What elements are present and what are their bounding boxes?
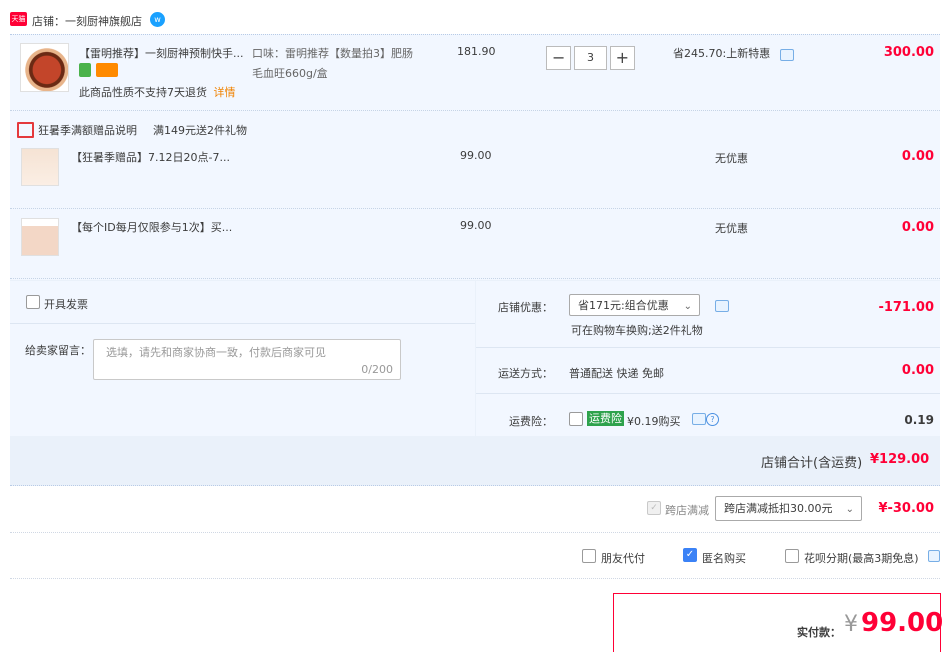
shop-discount-label: 店铺优惠： xyxy=(498,301,553,314)
shop-discount-note: 可在购物车换购;送2件礼物 xyxy=(571,324,703,337)
gift-amount: 0.00 xyxy=(901,220,934,235)
message-placeholder: 选填，请先和商家协商一致，付款后商家可见 xyxy=(106,346,326,359)
message-icon[interactable] xyxy=(780,49,794,61)
huabei-checkbox[interactable] xyxy=(785,549,799,563)
gift-promo-label[interactable]: 狂暑季满额赠品说明 xyxy=(38,122,137,138)
flavor-line-1: 口味：雷明推荐【数量拍3】肥肠 xyxy=(252,47,413,60)
shipping-label: 运送方式： xyxy=(498,367,553,380)
message-icon[interactable] xyxy=(715,300,729,312)
divider xyxy=(10,323,475,324)
seller-message-input[interactable]: 选填，请先和商家协商一致，付款后商家可见 0/200 xyxy=(93,339,401,380)
insurance-checkbox[interactable] xyxy=(569,412,583,426)
gift-discount: 无优惠 xyxy=(715,152,748,165)
gift-price: 99.00 xyxy=(460,149,492,162)
shop-discount-select[interactable]: 省171元:组合优惠 ⌄ xyxy=(569,294,700,316)
item-discount: 省245.70:上新特惠 xyxy=(673,47,771,60)
help-icon[interactable]: ? xyxy=(706,413,719,426)
quantity-stepper: − 3 + xyxy=(546,46,635,70)
divider xyxy=(476,347,940,348)
currency-symbol: ¥ xyxy=(844,612,858,637)
anonymous-checkbox[interactable]: ✓ xyxy=(683,548,697,562)
gift-title[interactable]: 【狂暑季赠品】7.12日20点-7... xyxy=(71,149,230,165)
chat-icon[interactable]: w xyxy=(150,12,165,27)
divider xyxy=(10,578,940,579)
shop-discount-amount: -171.00 xyxy=(878,300,934,315)
qty-plus-button[interactable]: + xyxy=(609,46,635,70)
unit-price: 181.90 xyxy=(457,45,496,58)
huabei-label[interactable]: 花呗分期(最高3期免息) xyxy=(804,550,919,566)
payment-summary: 实付款： ¥ 99.00 xyxy=(613,593,944,652)
gift-price: 99.00 xyxy=(460,219,492,232)
payment-label: 实付款： xyxy=(797,626,841,639)
friend-pay-label[interactable]: 朋友代付 xyxy=(601,550,645,566)
divider xyxy=(476,393,940,394)
invoice-checkbox[interactable] xyxy=(26,295,40,309)
gift-thumbnail[interactable] xyxy=(21,218,59,256)
gift-discount: 无优惠 xyxy=(715,222,748,235)
cross-store-checkbox[interactable]: ✓ xyxy=(647,501,661,515)
cross-store-label: 跨店满减 xyxy=(665,504,709,517)
anonymous-label[interactable]: 匿名购买 xyxy=(702,550,746,566)
product-thumbnail[interactable] xyxy=(20,43,69,92)
tmall-logo: 天猫 xyxy=(10,12,27,26)
chevron-down-icon: ⌄ xyxy=(683,301,692,312)
product-title[interactable]: 【雷明推荐】一刻厨神预制快手... xyxy=(79,45,244,61)
insurance-tag: 运费险 xyxy=(587,411,624,426)
shop-name[interactable]: 店铺：一刻厨神旗舰店 xyxy=(32,13,142,29)
flavor-line-2: 毛血旺660g/盒 xyxy=(252,67,328,80)
card-tag-icon xyxy=(96,63,118,77)
cross-store-amount: ¥-30.00 xyxy=(878,501,934,516)
message-icon[interactable] xyxy=(692,413,706,425)
shop-total-label: 店铺合计(含运费) xyxy=(761,456,863,471)
item-amount: 300.00 xyxy=(883,45,934,60)
insurance-label: 运费险： xyxy=(509,415,553,428)
qty-minus-button[interactable]: − xyxy=(546,46,572,70)
insurance-price: ¥0.19购买 xyxy=(627,415,681,428)
gift-thumbnail[interactable] xyxy=(21,148,59,186)
friend-pay-checkbox[interactable] xyxy=(582,549,596,563)
qty-input[interactable]: 3 xyxy=(574,46,607,70)
gift-amount: 0.00 xyxy=(901,149,934,164)
message-icon[interactable] xyxy=(928,550,940,562)
divider xyxy=(10,532,940,533)
gift-icon xyxy=(17,122,34,138)
details-link[interactable]: 详情 xyxy=(214,86,236,99)
return-notice: 此商品性质不支持7天退货 详情 xyxy=(79,86,236,99)
invoice-label[interactable]: 开具发票 xyxy=(44,296,88,312)
insurance-amount: 0.19 xyxy=(904,413,934,427)
service-tag-icon xyxy=(79,63,91,77)
payment-amount: 99.00 xyxy=(861,608,944,638)
gift-promo-rule: 满149元送2件礼物 xyxy=(153,124,247,137)
shop-total-amount: ¥129.00 xyxy=(870,452,930,467)
gift-title[interactable]: 【每个ID每月仅限参与1次】买... xyxy=(71,219,232,235)
shop-discount-selected: 省171元:组合优惠 xyxy=(578,299,669,312)
cross-store-selected: 跨店满减抵扣30.00元 xyxy=(724,502,833,515)
shipping-value: 普通配送 快递 免邮 xyxy=(569,367,664,380)
shipping-amount: 0.00 xyxy=(901,363,934,378)
message-label: 给卖家留言： xyxy=(25,344,91,357)
message-counter: 0/200 xyxy=(361,363,393,376)
